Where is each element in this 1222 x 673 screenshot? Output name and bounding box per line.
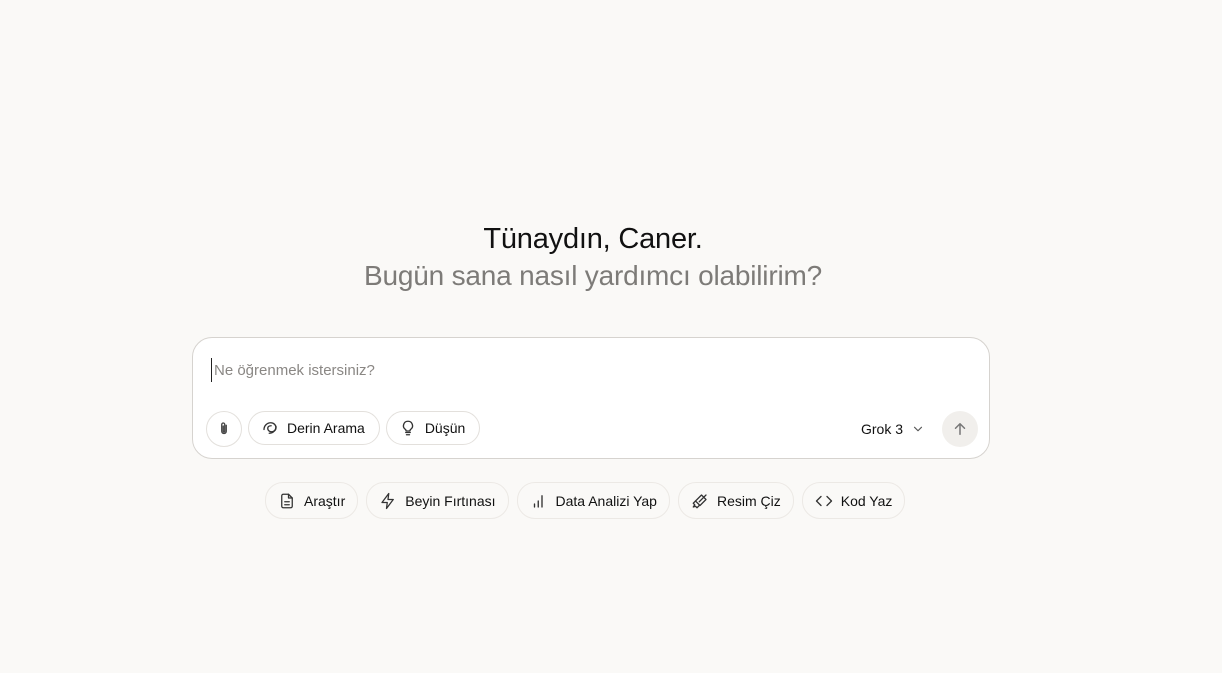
brush-icon — [691, 492, 709, 510]
suggestion-label: Araştır — [304, 492, 346, 509]
greeting-subtitle: Bugün sana nasıl yardımcı olabilirim? — [364, 260, 822, 291]
think-button[interactable]: Düşün — [385, 411, 481, 445]
bar-chart-icon — [530, 492, 548, 510]
lightning-icon — [379, 492, 397, 510]
greeting-title: Tünaydın, Caner. — [483, 223, 703, 255]
suggestion-draw-image[interactable]: Resim Çiz — [677, 482, 794, 519]
chevron-down-icon — [909, 420, 927, 438]
attach-button[interactable] — [206, 411, 242, 447]
suggestion-write-code[interactable]: Kod Yaz — [801, 482, 906, 519]
paperclip-icon — [215, 420, 233, 438]
deep-search-icon — [261, 419, 279, 437]
prompt-input[interactable] — [211, 358, 954, 382]
composer-tools: Derin Arama Düşün — [206, 411, 481, 447]
greeting: Tünaydın, Caner. Bugün sana nasıl yardım… — [0, 220, 1186, 294]
suggestion-label: Kod Yaz — [840, 492, 893, 509]
send-button[interactable] — [942, 411, 978, 447]
deep-search-button[interactable]: Derin Arama — [248, 411, 380, 445]
suggestion-chips: Araştır Beyin Fırtınası Data Analizi Yap… — [265, 482, 906, 519]
lightbulb-icon — [399, 419, 417, 437]
suggestion-label: Beyin Fırtınası — [405, 492, 496, 509]
think-label: Düşün — [424, 420, 466, 436]
document-icon — [278, 492, 296, 510]
code-icon — [815, 492, 833, 510]
model-label: Grok 3 — [861, 421, 904, 437]
suggestion-research[interactable]: Araştır — [265, 482, 359, 519]
arrow-up-icon — [951, 420, 969, 438]
suggestion-label: Data Analizi Yap — [555, 492, 657, 509]
deep-search-label: Derin Arama — [287, 420, 365, 436]
suggestion-brainstorm[interactable]: Beyin Fırtınası — [366, 482, 509, 519]
suggestion-label: Resim Çiz — [716, 492, 781, 509]
model-selector[interactable]: Grok 3 — [861, 420, 927, 438]
composer: Derin Arama Düşün Grok 3 — [192, 337, 990, 459]
suggestion-data-analysis[interactable]: Data Analizi Yap — [516, 482, 670, 519]
